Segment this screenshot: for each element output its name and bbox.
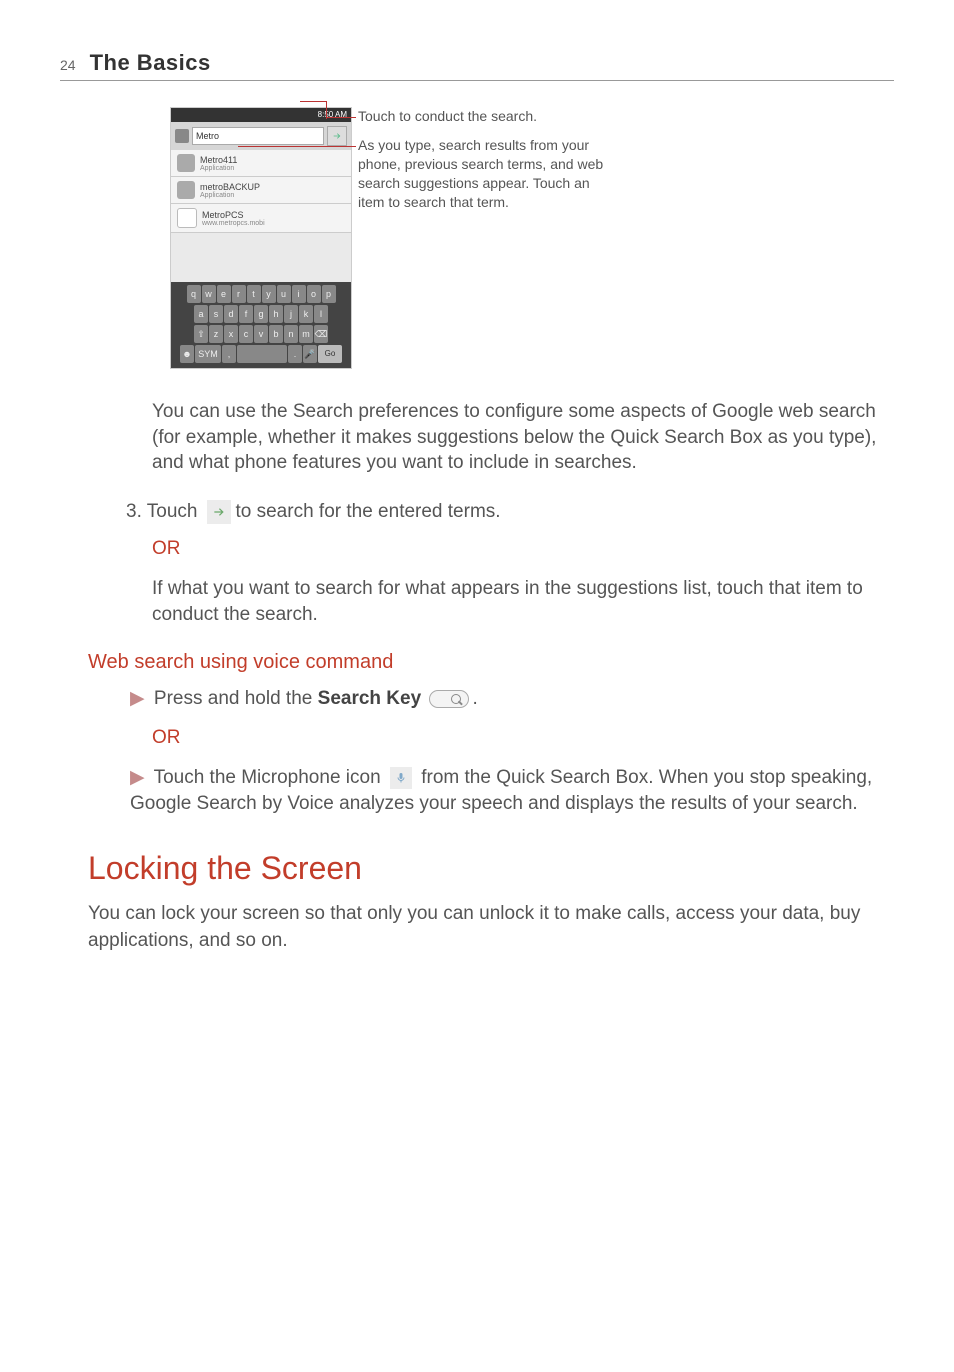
star-icon	[177, 208, 197, 228]
suggestion-title: MetroPCS	[202, 210, 265, 220]
suggestion-title: metroBACKUP	[200, 182, 260, 192]
callout-text: Touch to conduct the search.	[358, 108, 537, 124]
kb-shift-key: ⇧	[194, 325, 208, 343]
kb-key: p	[322, 285, 336, 303]
step-text-b: to search for the entered terms.	[235, 501, 500, 523]
bullet-press-hold: ▶ Press and hold the Search Key .	[130, 686, 894, 713]
kb-period-key: .	[288, 345, 302, 363]
bullet-text-a: Press and hold the	[154, 688, 312, 709]
app-backup-icon	[177, 181, 195, 199]
kb-key: s	[209, 305, 223, 323]
callouts: Touch to conduct the search. As you type…	[358, 107, 618, 221]
kb-key: z	[209, 325, 223, 343]
kb-key: v	[254, 325, 268, 343]
phone-search-go-button	[327, 126, 347, 146]
kb-key: b	[269, 325, 283, 343]
step-3: 3. Touch to search for the entered terms…	[126, 500, 894, 524]
kb-key: o	[307, 285, 321, 303]
kb-key: q	[187, 285, 201, 303]
leader-line-icon	[326, 117, 356, 118]
suggestion-row: Metro411 Application	[171, 150, 351, 177]
google-g-icon	[175, 129, 189, 143]
app-411-icon	[177, 154, 195, 172]
leader-line-icon	[326, 146, 356, 147]
arrow-right-icon	[332, 131, 342, 141]
section-title: The Basics	[90, 50, 211, 76]
bullet-text-b: .	[472, 688, 477, 709]
suggestion-sub: Application	[200, 165, 237, 172]
or-label: OR	[152, 538, 894, 560]
kb-key: w	[202, 285, 216, 303]
bullet-text-a: Touch the Microphone icon	[154, 767, 381, 788]
kb-key: g	[254, 305, 268, 323]
kb-key: a	[194, 305, 208, 323]
kb-space-key	[237, 345, 287, 363]
step-text-a: 3. Touch	[126, 501, 197, 523]
locking-screen-heading: Locking the Screen	[88, 850, 894, 887]
kb-delete-key: ⌫	[314, 325, 328, 343]
body-paragraph: If what you want to search for what appe…	[152, 576, 894, 627]
kb-sym-key: SYM	[195, 345, 221, 363]
callout-search: Touch to conduct the search.	[358, 107, 618, 126]
voice-command-heading: Web search using voice command	[88, 651, 894, 674]
microphone-icon	[390, 767, 412, 789]
body-paragraph: You can use the Search preferences to co…	[152, 399, 894, 476]
suggestion-title: Metro411	[200, 155, 237, 165]
kb-key: l	[314, 305, 328, 323]
suggestion-sub: www.metropcs.mobi	[202, 220, 265, 227]
arrow-right-icon	[207, 500, 231, 524]
kb-key: j	[284, 305, 298, 323]
callout-text: As you type, search results from your ph…	[358, 137, 603, 210]
page-header: 24 The Basics	[60, 50, 894, 81]
kb-key: x	[224, 325, 238, 343]
kb-mic-key: 🎤	[303, 345, 317, 363]
triangle-bullet-icon: ▶	[130, 767, 145, 788]
locking-screen-paragraph: You can lock your screen so that only yo…	[88, 901, 894, 954]
kb-emoji-key: ☻	[180, 345, 194, 363]
kb-key: d	[224, 305, 238, 323]
phone-search-input: Metro	[192, 127, 324, 145]
or-label: OR	[152, 727, 894, 749]
kb-key: t	[247, 285, 261, 303]
kb-key: f	[239, 305, 253, 323]
kb-key: k	[299, 305, 313, 323]
suggestion-row: MetroPCS www.metropcs.mobi	[171, 204, 351, 233]
search-key-label: Search Key	[318, 688, 422, 709]
search-figure: 8:50 AM Metro Metro411 Application metro…	[170, 107, 894, 369]
kb-comma-key: ,	[222, 345, 236, 363]
page-number: 24	[60, 57, 76, 73]
suggestion-sub: Application	[200, 192, 260, 199]
kb-key: r	[232, 285, 246, 303]
kb-key: e	[217, 285, 231, 303]
search-key-icon	[429, 690, 469, 708]
triangle-bullet-icon: ▶	[130, 688, 145, 709]
kb-key: n	[284, 325, 298, 343]
phone-keyboard: q w e r t y u i o p a s d f g h	[171, 282, 351, 368]
kb-go-key: Go	[318, 345, 342, 363]
callout-suggestions: As you type, search results from your ph…	[358, 136, 618, 212]
kb-key: u	[277, 285, 291, 303]
kb-key: h	[269, 305, 283, 323]
suggestion-row: metroBACKUP Application	[171, 177, 351, 204]
bullet-microphone: ▶ Touch the Microphone icon from the Qui…	[130, 765, 894, 818]
kb-key: y	[262, 285, 276, 303]
kb-key: i	[292, 285, 306, 303]
kb-key: m	[299, 325, 313, 343]
kb-key: c	[239, 325, 253, 343]
